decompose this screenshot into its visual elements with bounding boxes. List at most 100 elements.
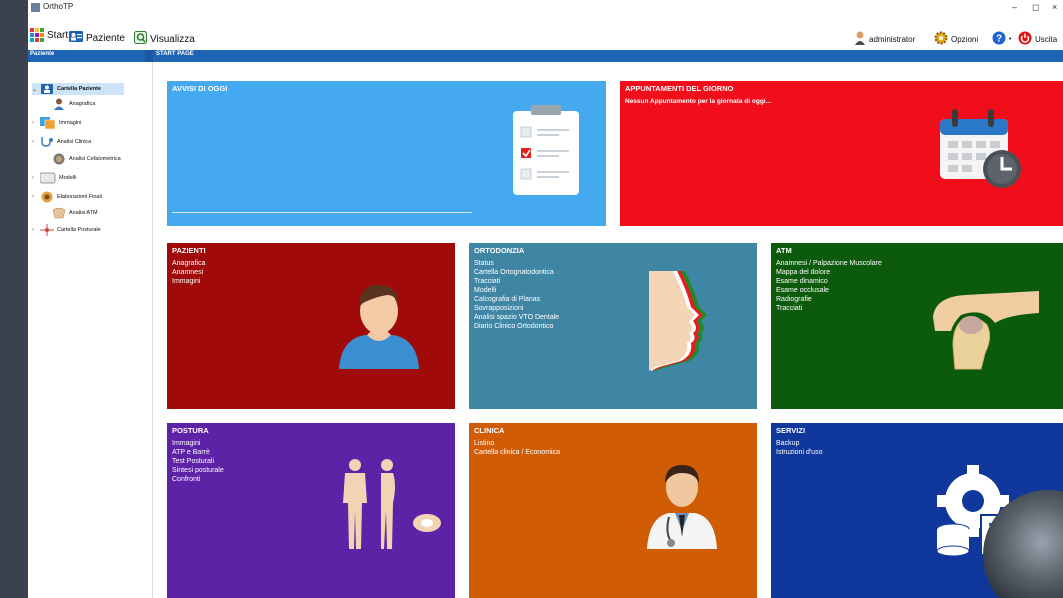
tile-link[interactable]: Cartella Ortognatodontica	[474, 268, 559, 277]
sidebar-item-immagini[interactable]: › Immagini	[32, 116, 82, 129]
tile-link[interactable]: Istruzioni d'uso	[776, 448, 822, 457]
dropdown-icon[interactable]: •	[1009, 36, 1011, 43]
tile-link[interactable]: Modelli	[474, 286, 559, 295]
tile-clinica[interactable]: CLINICA Listino Cartella clinica / Econo…	[469, 423, 757, 598]
minimize-icon[interactable]: –	[1012, 2, 1017, 12]
expand-icon[interactable]: ›	[32, 175, 40, 181]
tile-title: ORTODONZIA	[474, 246, 525, 255]
divider	[172, 212, 472, 213]
tile-title: PAZIENTI	[172, 246, 206, 255]
tile-avvisi[interactable]: AVVISI DI OGGI	[167, 81, 606, 226]
cephalometric-icon	[52, 153, 66, 164]
start-page: AVVISI DI OGGI APPUNTAMENTI DEL GIORNO N…	[153, 62, 1063, 598]
tile-link[interactable]: Esame dinamico	[776, 277, 882, 286]
start-label: Start	[47, 29, 69, 41]
tile-link[interactable]: Confronti	[172, 475, 224, 484]
sidebar-item-cartella-paziente[interactable]: ⌄ Cartella Paziente	[32, 83, 124, 95]
view-icon	[134, 31, 147, 47]
appointments-message: Nessun Appuntamento per la giornata di o…	[625, 98, 772, 105]
tile-link[interactable]: Immagini	[172, 277, 205, 286]
expand-icon[interactable]: ›	[32, 194, 40, 200]
sidebar-tree: ⌄ Cartella Paziente Anagrafica › Immagin…	[28, 62, 153, 598]
expand-icon[interactable]: ›	[32, 227, 40, 233]
tile-link[interactable]: Backup	[776, 439, 822, 448]
uscita-button[interactable]: Uscita	[1018, 31, 1057, 47]
expand-icon[interactable]: ›	[32, 139, 40, 145]
power-icon	[1018, 31, 1032, 47]
tile-link[interactable]: Diario Clinico Ortodontico	[474, 322, 559, 331]
user-label: administrator	[869, 34, 916, 44]
sidebar-item-elaborazioni-finali[interactable]: › Elaborazioni Finali	[32, 191, 102, 202]
sidebar-item-analisi-atm[interactable]: Analisi ATM	[44, 207, 98, 218]
tile-link[interactable]: Esame occlusale	[776, 286, 882, 295]
tile-items: Backup Istruzioni d'uso	[776, 439, 822, 457]
help-button[interactable]: ? •	[992, 31, 1014, 47]
sidebar-item-analisi-clinica[interactable]: › Analisi Clinica	[32, 136, 91, 147]
tile-ortodonzia[interactable]: ORTODONZIA Status Cartella Ortognatodont…	[469, 243, 757, 409]
sidebar-item-label: Analisi Cefalometrica	[69, 155, 121, 162]
tile-postura[interactable]: POSTURA Immagini ATP e Barrè Test Postur…	[167, 423, 455, 598]
main-toolbar: Start Paziente Visualizza administrator …	[28, 28, 1063, 48]
doctor-icon	[647, 465, 717, 549]
tile-link[interactable]: Anagrafica	[172, 259, 205, 268]
visualizza-button[interactable]: Visualizza	[134, 31, 195, 47]
tile-link[interactable]: Tracciati	[776, 304, 882, 313]
sidebar-item-modelli[interactable]: › Modelli	[32, 172, 76, 183]
tile-appuntamenti[interactable]: APPUNTAMENTI DEL GIORNO Nessun Appuntame…	[620, 81, 1063, 226]
tile-link[interactable]: Listino	[474, 439, 560, 448]
tile-link[interactable]: Status	[474, 259, 559, 268]
sidebar-item-analisi-cefalometrica[interactable]: Analisi Cefalometrica	[44, 153, 121, 164]
person-icon	[52, 98, 66, 110]
tile-atm[interactable]: ATM Anamnesi / Palpazione Muscolare Mapp…	[771, 243, 1063, 409]
tile-title: CLINICA	[474, 426, 505, 435]
expand-icon[interactable]: ›	[32, 120, 40, 126]
tile-link[interactable]: Mappa del dolore	[776, 268, 882, 277]
header-separator	[145, 50, 153, 62]
sidebar-item-label: Elaborazioni Finali	[57, 193, 102, 200]
tile-link[interactable]: Tracciati	[474, 277, 559, 286]
atm-icon	[52, 207, 66, 218]
tile-link[interactable]: Calcografia di Planas	[474, 295, 559, 304]
sidebar-item-label: Modelli	[59, 174, 77, 181]
tile-items: Immagini ATP e Barrè Test Posturali Sint…	[172, 439, 224, 484]
user-button[interactable]: administrator	[854, 31, 915, 47]
tile-link[interactable]: Radiografie	[776, 295, 882, 304]
tile-link[interactable]: Sintesi posturale	[172, 466, 224, 475]
sidebar-item-label: Anagrafica	[69, 100, 96, 107]
paziente-button[interactable]: Paziente	[69, 31, 125, 45]
sidebar-item-label: Cartella Posturale	[57, 226, 101, 233]
tiles-grid-icon	[30, 28, 44, 42]
opzioni-label: Opzioni	[951, 34, 979, 44]
clipboard-checklist-icon	[513, 105, 579, 195]
posture-figures-icon	[343, 459, 441, 549]
models-icon	[40, 172, 56, 183]
tile-link[interactable]: Sovrapposizioni	[474, 304, 559, 313]
expand-icon[interactable]: ⌄	[32, 86, 40, 93]
tile-items: Anagrafica Anamnesi Immagini	[172, 259, 205, 286]
tmj-joint-icon	[933, 291, 1039, 370]
opzioni-button[interactable]: Opzioni	[934, 31, 978, 47]
close-icon[interactable]: ×	[1052, 2, 1057, 12]
sidebar-item-label: Analisi ATM	[69, 209, 98, 216]
restore-icon[interactable]: ◻	[1032, 2, 1039, 13]
app-logo-icon	[31, 3, 40, 12]
tile-link[interactable]: Analisi spazio VTO Dentale	[474, 313, 559, 322]
tile-link[interactable]: Anamnesi / Palpazione Muscolare	[776, 259, 882, 268]
facial-profile-icon	[649, 271, 707, 371]
start-button[interactable]: Start	[30, 28, 68, 42]
tile-link[interactable]: Test Posturali	[172, 457, 224, 466]
sidebar-item-label: Immagini	[59, 119, 82, 126]
tile-items: Anamnesi / Palpazione Muscolare Mappa de…	[776, 259, 882, 313]
sidebar-item-label: Analisi Clinica	[57, 138, 92, 145]
tile-link[interactable]: Cartella clinica / Economica	[474, 448, 560, 457]
images-icon	[40, 116, 56, 129]
tile-link[interactable]: Anamnesi	[172, 268, 205, 277]
tile-link[interactable]: ATP e Barrè	[172, 448, 224, 457]
tile-link[interactable]: Immagini	[172, 439, 224, 448]
start-page-label: START PAGE	[156, 51, 194, 57]
sidebar-item-cartella-posturale[interactable]: › Cartella Posturale	[32, 223, 101, 236]
title-bar: OrthoTP – ◻ ×	[28, 0, 1063, 16]
tile-pazienti[interactable]: PAZIENTI Anagrafica Anamnesi Immagini	[167, 243, 455, 409]
paziente-label: Paziente	[86, 32, 125, 44]
sidebar-item-anagrafica[interactable]: Anagrafica	[44, 98, 96, 110]
